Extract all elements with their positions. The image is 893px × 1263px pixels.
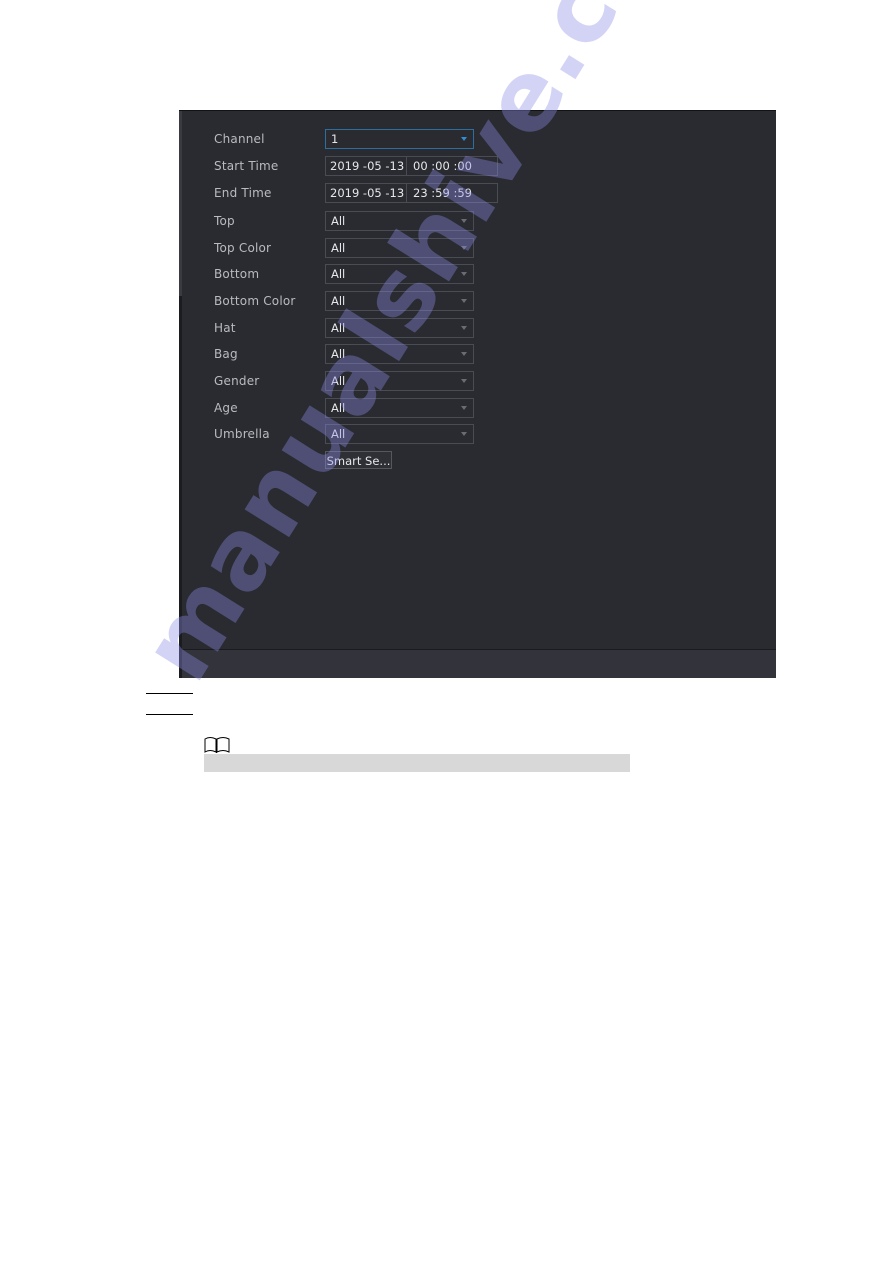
gender-select[interactable]: All xyxy=(325,371,474,391)
chevron-down-icon xyxy=(461,246,467,250)
gender-label: Gender xyxy=(214,374,260,388)
filter-row-bottom: Bottom All xyxy=(179,264,776,284)
chevron-down-icon xyxy=(461,137,467,141)
smart-search-row: Smart Se... xyxy=(179,451,776,471)
umbrella-select[interactable]: All xyxy=(325,424,474,444)
chevron-down-icon xyxy=(461,352,467,356)
bag-value: All xyxy=(331,347,346,361)
bottom-value: All xyxy=(331,267,346,281)
end-time-field[interactable]: 2019 -05 -13 23 :59 :59 xyxy=(325,183,498,203)
panel-footer-bar xyxy=(182,649,776,678)
filter-row-umbrella: Umbrella All xyxy=(179,424,776,444)
hat-label: Hat xyxy=(214,321,236,335)
start-date-input[interactable]: 2019 -05 -13 xyxy=(330,157,407,175)
age-label: Age xyxy=(214,401,238,415)
smart-search-button[interactable]: Smart Se... xyxy=(325,451,392,469)
chevron-down-icon xyxy=(461,219,467,223)
end-time-row: End Time 2019 -05 -13 23 :59 :59 xyxy=(179,183,776,203)
smart-search-panel: Channel 1 Start Time 2019 -05 -13 00 :00… xyxy=(179,110,776,678)
filter-row-top: Top All xyxy=(179,211,776,231)
umbrella-label: Umbrella xyxy=(214,427,270,441)
age-value: All xyxy=(331,401,346,415)
bag-select[interactable]: All xyxy=(325,344,474,364)
hat-value: All xyxy=(331,321,346,335)
chevron-down-icon xyxy=(461,326,467,330)
filter-row-hat: Hat All xyxy=(179,318,776,338)
end-time-input[interactable]: 23 :59 :59 xyxy=(413,184,472,202)
chevron-down-icon xyxy=(461,299,467,303)
start-time-field[interactable]: 2019 -05 -13 00 :00 :00 xyxy=(325,156,498,176)
start-time-label: Start Time xyxy=(214,159,279,173)
filter-row-gender: Gender All xyxy=(179,371,776,391)
bottom-label: Bottom xyxy=(214,267,260,281)
age-select[interactable]: All xyxy=(325,398,474,418)
umbrella-value: All xyxy=(331,427,346,441)
bottom-color-label: Bottom Color xyxy=(214,294,296,308)
filter-row-bag: Bag All xyxy=(179,344,776,364)
top-label: Top xyxy=(214,214,235,228)
bottom-color-select[interactable]: All xyxy=(325,291,474,311)
top-color-select[interactable]: All xyxy=(325,238,474,258)
start-time-input[interactable]: 00 :00 :00 xyxy=(413,157,472,175)
bottom-color-value: All xyxy=(331,294,346,308)
top-select[interactable]: All xyxy=(325,211,474,231)
hat-select[interactable]: All xyxy=(325,318,474,338)
note-shaded-bar xyxy=(204,754,630,772)
bag-label: Bag xyxy=(214,347,238,361)
chevron-down-icon xyxy=(461,432,467,436)
channel-row: Channel 1 xyxy=(179,129,776,149)
filter-row-top-color: Top Color All xyxy=(179,238,776,258)
channel-select[interactable]: 1 xyxy=(325,129,474,149)
chevron-down-icon xyxy=(461,272,467,276)
end-time-label: End Time xyxy=(214,186,272,200)
gender-value: All xyxy=(331,374,346,388)
channel-value: 1 xyxy=(331,132,339,146)
top-color-label: Top Color xyxy=(214,241,272,255)
bottom-select[interactable]: All xyxy=(325,264,474,284)
step-marker-line xyxy=(146,714,193,715)
note-book-icon xyxy=(204,737,230,753)
start-time-row: Start Time 2019 -05 -13 00 :00 :00 xyxy=(179,156,776,176)
end-date-input[interactable]: 2019 -05 -13 xyxy=(330,184,407,202)
top-value: All xyxy=(331,214,346,228)
step-marker-line xyxy=(146,693,193,694)
channel-label: Channel xyxy=(214,132,265,146)
chevron-down-icon xyxy=(461,406,467,410)
filter-row-age: Age All xyxy=(179,398,776,418)
filter-row-bottom-color: Bottom Color All xyxy=(179,291,776,311)
chevron-down-icon xyxy=(461,379,467,383)
top-color-value: All xyxy=(331,241,346,255)
